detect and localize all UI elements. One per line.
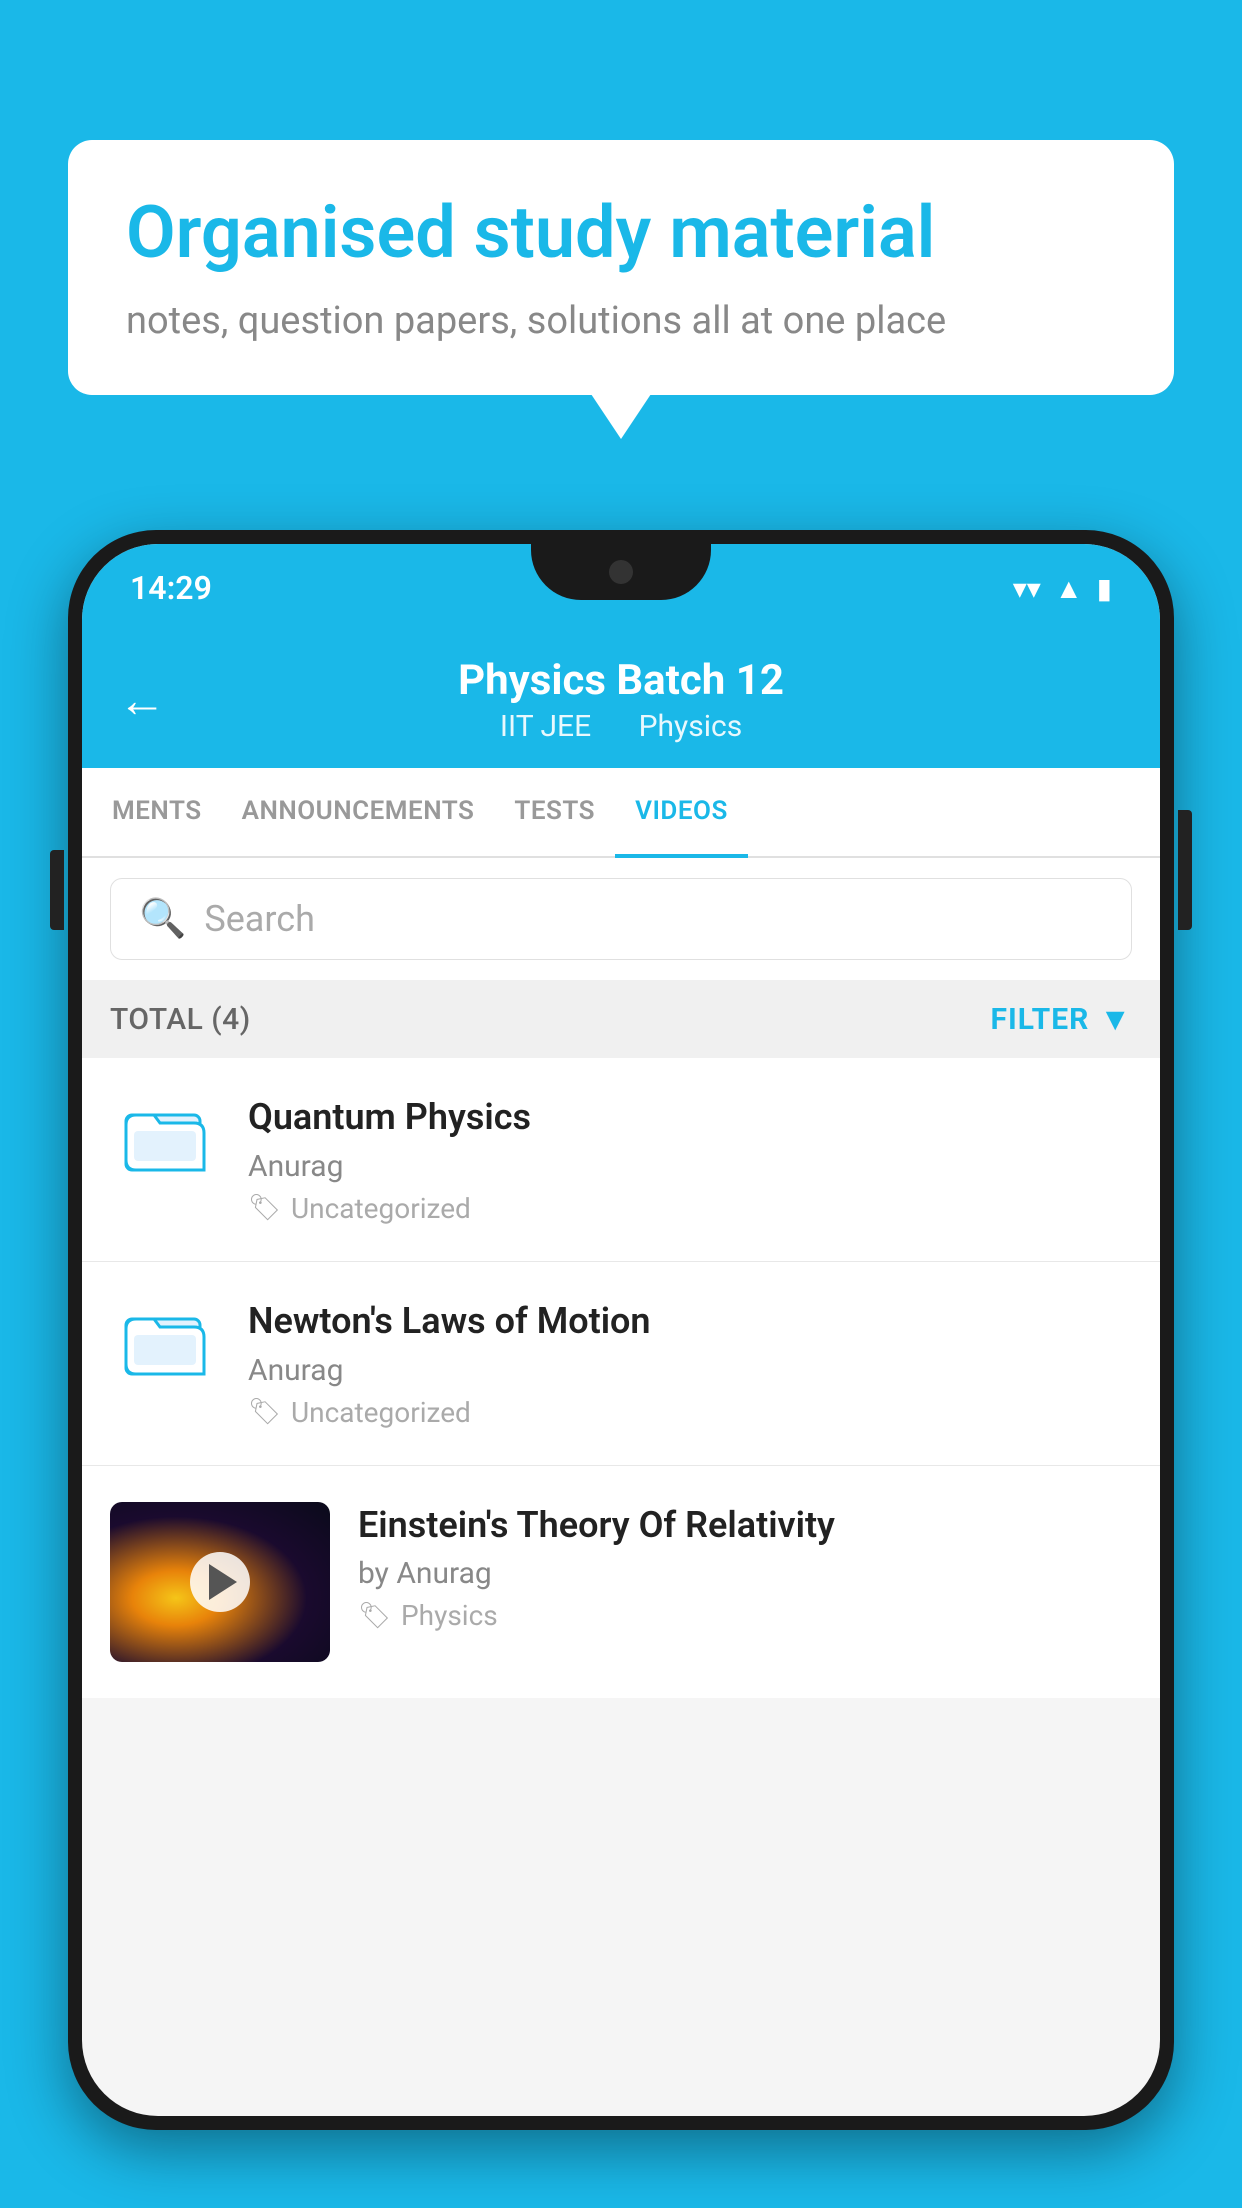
tab-announcements[interactable]: ANNOUNCEMENTS	[222, 768, 495, 856]
battery-icon: ▮	[1097, 572, 1112, 605]
status-bar: 14:29 ▾▾ ▲ ▮	[82, 544, 1160, 632]
phone-inner: 14:29 ▾▾ ▲ ▮ ← Physics Batch 12 IIT JEE …	[82, 544, 1160, 2116]
search-placeholder: Search	[204, 898, 315, 940]
status-time: 14:29	[130, 569, 212, 607]
folder-icon	[120, 1297, 210, 1409]
tabs-bar: MENTS ANNOUNCEMENTS TESTS VIDEOS	[82, 768, 1160, 858]
tag-text: Uncategorized	[291, 1192, 471, 1225]
header-tag2: Physics	[639, 709, 743, 744]
bubble-title: Organised study material	[126, 192, 1116, 275]
item-tag: 🏷 Uncategorized	[248, 1192, 1132, 1225]
bubble-subtitle: notes, question papers, solutions all at…	[126, 299, 1116, 343]
item-info: Quantum Physics Anurag 🏷 Uncategorized	[248, 1094, 1132, 1225]
status-icons: ▾▾ ▲ ▮	[1013, 572, 1112, 605]
camera-dot	[609, 560, 633, 584]
tag-text: Uncategorized	[291, 1396, 471, 1429]
item-tag: 🏷 Uncategorized	[248, 1396, 1132, 1429]
tab-ments[interactable]: MENTS	[92, 768, 222, 856]
video-thumbnail	[110, 1502, 330, 1662]
thumb-bg	[110, 1502, 330, 1662]
video-list: Quantum Physics Anurag 🏷 Uncategorized	[82, 1058, 1160, 1698]
total-count: TOTAL (4)	[110, 1002, 251, 1037]
item-author: by Anurag	[358, 1556, 1132, 1591]
item-author: Anurag	[248, 1353, 1132, 1388]
folder-icon-wrap	[110, 1298, 220, 1408]
filter-button[interactable]: FILTER ▼	[991, 1000, 1133, 1038]
list-item[interactable]: Quantum Physics Anurag 🏷 Uncategorized	[82, 1058, 1160, 1262]
item-info: Newton's Laws of Motion Anurag 🏷 Uncateg…	[248, 1298, 1132, 1429]
page-title: Physics Batch 12	[458, 656, 784, 705]
folder-icon	[120, 1093, 210, 1205]
speech-bubble-area: Organised study material notes, question…	[68, 140, 1174, 395]
tab-tests[interactable]: TESTS	[494, 768, 615, 856]
back-button[interactable]: ←	[118, 672, 166, 729]
tab-videos[interactable]: VIDEOS	[615, 768, 748, 858]
phone-outer: 14:29 ▾▾ ▲ ▮ ← Physics Batch 12 IIT JEE …	[68, 530, 1174, 2130]
tag-icon: 🏷	[358, 1601, 391, 1631]
list-item[interactable]: Einstein's Theory Of Relativity by Anura…	[82, 1466, 1160, 1698]
item-title: Einstein's Theory Of Relativity	[358, 1502, 1132, 1549]
tag-text: Physics	[401, 1599, 498, 1632]
search-container: 🔍 Search	[82, 858, 1160, 980]
search-bar[interactable]: 🔍 Search	[110, 878, 1132, 960]
search-icon: 🔍	[139, 897, 186, 941]
app-header: ← Physics Batch 12 IIT JEE Physics	[82, 632, 1160, 768]
filter-label: FILTER	[991, 1002, 1090, 1037]
item-title: Newton's Laws of Motion	[248, 1298, 1132, 1345]
play-button[interactable]	[190, 1552, 250, 1612]
item-author: Anurag	[248, 1149, 1132, 1184]
tag-icon: 🏷	[248, 1397, 281, 1427]
filter-bar: TOTAL (4) FILTER ▼	[82, 980, 1160, 1058]
play-triangle-icon	[209, 1564, 237, 1600]
folder-icon-wrap	[110, 1094, 220, 1204]
wifi-icon: ▾▾	[1013, 572, 1041, 605]
speech-bubble: Organised study material notes, question…	[68, 140, 1174, 395]
tag-icon: 🏷	[248, 1193, 281, 1223]
phone-wrapper: 14:29 ▾▾ ▲ ▮ ← Physics Batch 12 IIT JEE …	[68, 530, 1174, 2208]
item-tag: 🏷 Physics	[358, 1599, 1132, 1632]
notch	[531, 544, 711, 600]
item-title: Quantum Physics	[248, 1094, 1132, 1141]
filter-funnel-icon: ▼	[1099, 1000, 1132, 1038]
header-tag1: IIT JEE	[500, 709, 591, 744]
header-subtitle: IIT JEE Physics	[490, 709, 752, 744]
list-item[interactable]: Newton's Laws of Motion Anurag 🏷 Uncateg…	[82, 1262, 1160, 1466]
signal-icon: ▲	[1055, 572, 1083, 605]
item-info: Einstein's Theory Of Relativity by Anura…	[358, 1502, 1132, 1633]
